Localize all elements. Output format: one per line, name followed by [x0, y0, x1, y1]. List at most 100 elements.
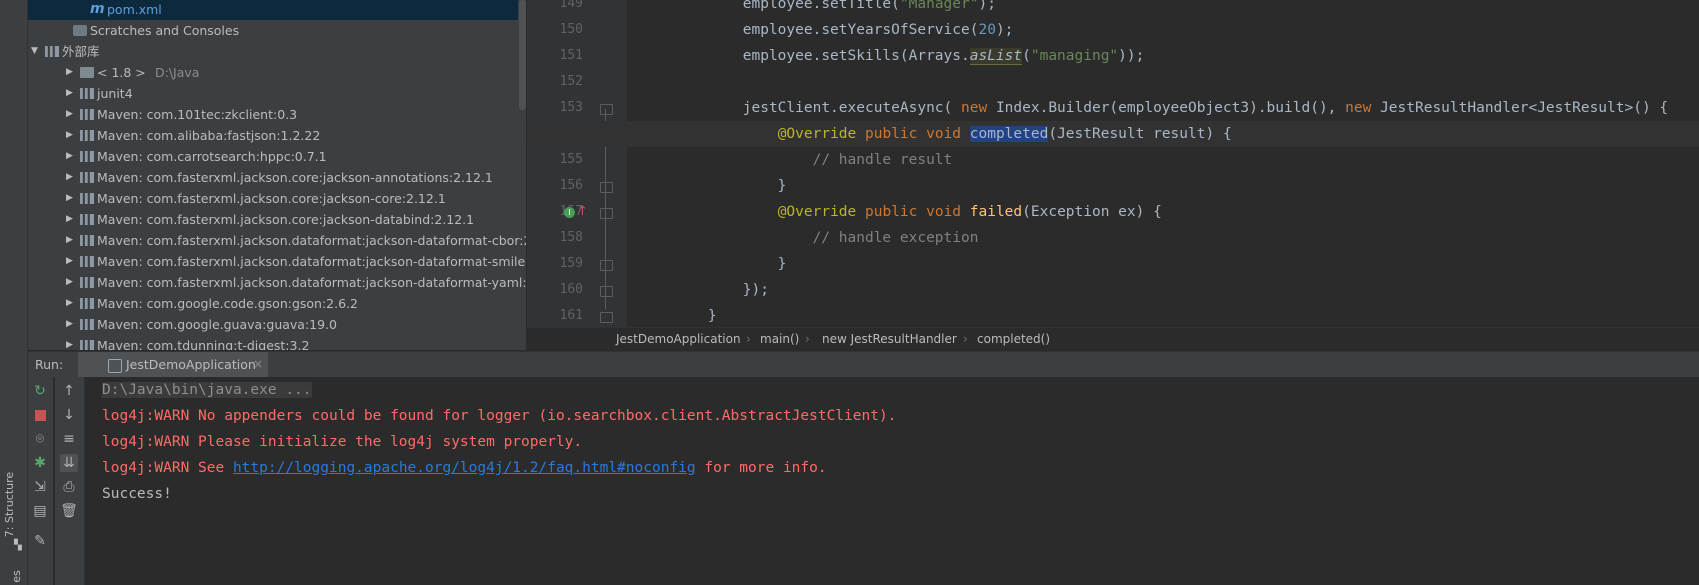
camera-dump-icon[interactable]: ⌾	[31, 430, 49, 448]
breadcrumb: JestDemoApplication › main() › new JestR…	[527, 327, 1699, 351]
tree-item[interactable]: ▶ Maven: com.google.code.gson:gson:2.6.2	[28, 293, 518, 314]
code-token: new	[1345, 100, 1381, 116]
tree-item-label: Maven: com.fasterxml.jackson.core:jackso…	[97, 170, 493, 185]
print-icon[interactable]: ⎙	[60, 478, 78, 496]
code-line-text: employee.setSkills(Arrays.asList("managi…	[638, 43, 1144, 69]
code-token: (Exception ex) {	[1022, 204, 1162, 220]
layout-icon[interactable]: ▤	[31, 502, 49, 520]
code-line[interactable]: employee.setSkills(Arrays.asList("managi…	[527, 43, 1699, 69]
collapsed-arrow-icon[interactable]: ▶	[66, 146, 76, 167]
library-icon	[80, 340, 94, 350]
code-line[interactable]: }	[527, 173, 1699, 199]
tree-item-label: Maven: com.fasterxml.jackson.dataformat:…	[97, 254, 526, 269]
collapsed-arrow-icon[interactable]: ▶	[66, 104, 76, 125]
code-token: jestClient.executeAsync(	[638, 100, 962, 116]
collapsed-arrow-icon[interactable]: ▶	[66, 62, 76, 83]
code-line[interactable]	[527, 69, 1699, 95]
collapsed-arrow-icon[interactable]: ▶	[66, 125, 76, 146]
library-icon	[80, 319, 94, 330]
library-icon	[80, 151, 94, 162]
tree-item[interactable]: Scratches and Consoles	[28, 20, 518, 41]
pin-icon[interactable]: ✎	[31, 532, 49, 550]
code-line[interactable]: // handle exception	[527, 225, 1699, 251]
code-line-text: @Override public void completed(JestResu…	[638, 121, 1232, 147]
tree-item[interactable]: ▶ Maven: com.101tec:zkclient:0.3	[28, 104, 518, 125]
exit-icon[interactable]: ⇲	[31, 478, 49, 496]
console-link[interactable]: http://logging.apache.org/log4j/1.2/faq.…	[233, 460, 696, 476]
code-line[interactable]: }	[527, 303, 1699, 327]
code-token: new	[961, 100, 996, 116]
breadcrumb-item-handler[interactable]: new JestResultHandler	[822, 328, 957, 351]
breadcrumb-item-class[interactable]: JestDemoApplication	[616, 328, 741, 351]
tree-item[interactable]: ▶ Maven: com.fasterxml.jackson.core:jacks…	[28, 188, 518, 209]
code-line[interactable]: jestClient.executeAsync( new Index.Build…	[527, 95, 1699, 121]
tree-item[interactable]: ▶ < 1.8 > D:\Java	[28, 62, 518, 83]
code-line[interactable]: @Override public void completed(JestResu…	[527, 121, 1699, 147]
code-editor[interactable]: 149150151152153154I↑155156157I↑158159160…	[527, 0, 1699, 327]
left-tool-strip: 7: Structure ▚ es	[0, 0, 28, 585]
tree-item-label: Maven: com.101tec:zkclient:0.3	[97, 107, 298, 122]
tree-item[interactable]: ▶ Maven: com.fasterxml.jackson.dataformat…	[28, 251, 526, 272]
tree-item[interactable]: ▶ Maven: com.google.guava:guava:19.0	[28, 314, 518, 335]
code-token: failed	[969, 204, 1023, 220]
close-tab-icon[interactable]: ×	[253, 352, 263, 377]
code-line[interactable]: employee.setYearsOfService(20);	[527, 17, 1699, 43]
tree-item[interactable]: ▶ Maven: com.alibaba:fastjson:1.2.22	[28, 125, 518, 146]
code-token: asList	[969, 48, 1023, 65]
project-tree-scrollbar[interactable]	[519, 0, 526, 110]
collapsed-arrow-icon[interactable]: ▶	[66, 167, 76, 188]
run-config-tab[interactable]: JestDemoApplication ×	[78, 352, 268, 377]
favorites-tool-tab[interactable]: es	[10, 570, 23, 583]
stop-icon[interactable]	[31, 406, 49, 424]
library-icon	[80, 109, 94, 120]
tree-item[interactable]: ▶ Maven: com.carrotsearch:hppc:0.7.1	[28, 146, 518, 167]
scroll-to-end-icon[interactable]: ⇊	[60, 454, 78, 472]
tree-item-label: Maven: com.fasterxml.jackson.dataformat:…	[97, 233, 526, 248]
breadcrumb-item-completed[interactable]: completed()	[977, 328, 1050, 351]
collapsed-arrow-icon[interactable]: ▶	[66, 293, 76, 314]
tree-item[interactable]: m pom.xml	[28, 0, 518, 20]
collapsed-arrow-icon[interactable]: ▶	[66, 83, 76, 104]
code-token: // handle result	[638, 152, 953, 168]
code-line-text: // handle exception	[638, 225, 979, 251]
library-icon	[80, 88, 94, 99]
tree-item[interactable]: ▶ junit4	[28, 83, 518, 104]
rerun-icon[interactable]: ↻	[31, 382, 49, 400]
tree-item[interactable]: ▶ Maven: com.fasterxml.jackson.core:jacks…	[28, 209, 518, 230]
console-output[interactable]: D:\Java\bin\java.exe ... log4j:WARN No a…	[85, 377, 1699, 585]
run-config-icon	[108, 359, 122, 373]
soft-wrap-icon[interactable]: ≡	[60, 430, 78, 448]
code-token: 20	[978, 22, 996, 38]
code-token: @Override	[777, 204, 857, 220]
tree-item[interactable]: ▶ Maven: com.fasterxml.jackson.dataformat…	[28, 272, 526, 293]
collapsed-arrow-icon[interactable]: ▶	[66, 230, 76, 251]
tree-item[interactable]: ▶ Maven: com.fasterxml.jackson.core:jacks…	[28, 167, 518, 188]
collapsed-arrow-icon[interactable]: ▶	[66, 272, 76, 293]
debug-bug-icon[interactable]: ✱	[31, 454, 49, 472]
code-line[interactable]: employee.setTitle("Manager");	[527, 0, 1699, 17]
code-token: employee.setTitle(	[638, 0, 900, 12]
structure-tool-tab[interactable]: 7: Structure	[3, 460, 23, 550]
code-line[interactable]: // handle result	[527, 147, 1699, 173]
collapsed-arrow-icon[interactable]: ▶	[66, 251, 76, 272]
console-line: log4j:WARN Please initialize the log4j s…	[102, 434, 583, 450]
run-toolbar-secondary: ↑ ↓ ≡ ⇊ ⎙ 🗑	[55, 377, 85, 585]
breadcrumb-item-main[interactable]: main()	[760, 328, 799, 351]
collapsed-arrow-icon[interactable]: ▶	[66, 314, 76, 335]
trash-icon[interactable]: 🗑	[60, 502, 78, 520]
code-line[interactable]: @Override public void failed(Exception e…	[527, 199, 1699, 225]
tree-item[interactable]: ▶ Maven: com.tdunning:t-digest:3.2	[28, 335, 518, 350]
code-token: );	[995, 22, 1014, 38]
up-arrow-icon[interactable]: ↑	[60, 382, 78, 400]
down-arrow-icon[interactable]: ↓	[60, 406, 78, 424]
library-icon	[80, 235, 94, 246]
tree-item[interactable]: ▼ 外部库	[28, 41, 518, 62]
tree-item[interactable]: ▶ Maven: com.fasterxml.jackson.dataformat…	[28, 230, 526, 251]
collapsed-arrow-icon[interactable]: ▶	[66, 209, 76, 230]
code-line[interactable]: });	[527, 277, 1699, 303]
expanded-arrow-icon[interactable]: ▼	[31, 41, 41, 62]
collapsed-arrow-icon[interactable]: ▶	[66, 335, 76, 350]
code-line[interactable]: }	[527, 251, 1699, 277]
collapsed-arrow-icon[interactable]: ▶	[66, 188, 76, 209]
code-token: @Override	[777, 126, 857, 142]
